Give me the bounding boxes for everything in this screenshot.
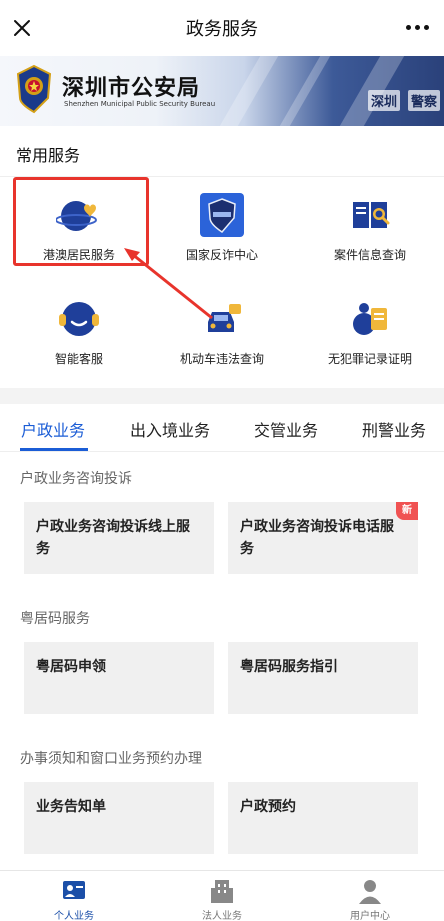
book-search-icon [353,202,390,228]
service-card[interactable]: 粤居码申领 [24,642,214,714]
card-label: 户政业务咨询投诉线上服务 [36,519,190,557]
active-tab-indicator [20,448,88,451]
group-title: 户政业务咨询投诉 [20,471,132,487]
business-panel: 户政业务 出入境业务 交管业务 刑警业务 户政业务咨询投诉 户政业务咨询投诉线上… [0,404,444,870]
top-nav-bar: 政务服务 [0,0,444,56]
banner-sign-text: 警察 [407,90,440,111]
nav-user-center[interactable]: 用户中心 [296,877,444,921]
tab-exit-entry[interactable]: 出入境业务 [130,417,210,441]
tab-criminal[interactable]: 刑警业务 [362,417,426,441]
more-icon[interactable] [406,20,430,34]
banner-signs: 深圳 警察 [367,90,440,111]
card-label: 粤居码申领 [36,659,106,675]
nav-label: 法人业务 [202,911,242,921]
service-vehicle-violation-query[interactable]: 机动车违法查询 [148,296,296,367]
service-card[interactable]: 业务告知单 [24,782,214,854]
service-label: 机动车违法查询 [179,352,264,366]
bottom-nav: 个人业务 法人业务 用户中心 [0,870,444,921]
police-emblem-icon [16,64,52,114]
banner-sign-text: 深圳 [367,90,400,111]
tab-household[interactable]: 户政业务 [21,417,85,441]
highlight-box [13,177,149,266]
bureau-name: 深圳市公安局 [62,76,201,101]
service-label: 智能客服 [54,352,103,366]
service-label: 无犯罪记录证明 [327,352,412,366]
group-title: 粤居码服务 [20,611,90,627]
bureau-banner: 深圳市公安局 Shenzhen Municipal Public Securit… [0,56,444,126]
service-card[interactable]: 户政业务咨询投诉电话服务 新 [228,502,418,574]
user-icon [359,880,381,904]
building-icon [211,880,233,903]
card-label: 粤居码服务指引 [240,659,338,675]
service-card[interactable]: 粤居码服务指引 [228,642,418,714]
anti-fraud-shield-icon [200,193,244,237]
service-case-info-query[interactable]: 案件信息查询 [296,192,444,263]
card-label: 户政业务咨询投诉电话服务 [240,519,394,557]
service-card[interactable]: 户政业务咨询投诉线上服务 [24,502,214,574]
service-smart-support[interactable]: 智能客服 [5,296,153,367]
nav-label: 用户中心 [350,911,390,921]
nav-corporate[interactable]: 法人业务 [148,877,296,921]
car-icon [208,304,241,332]
close-icon[interactable] [10,16,34,40]
page-title: 政务服务 [186,19,258,40]
service-label: 国家反诈中心 [185,248,258,262]
certificate-icon [353,303,387,335]
tab-traffic[interactable]: 交管业务 [254,417,318,441]
section-title: 常用服务 [16,146,81,165]
group-title: 办事须知和窗口业务预约办理 [20,751,202,767]
nav-label: 个人业务 [54,911,94,921]
card-label: 业务告知单 [36,799,106,815]
nav-personal[interactable]: 个人业务 [0,877,148,921]
service-no-criminal-record[interactable]: 无犯罪记录证明 [296,296,444,367]
tab-bar: 户政业务 出入境业务 交管业务 刑警业务 [0,404,444,452]
headset-robot-icon [59,302,99,336]
new-badge: 新 [396,502,418,520]
service-label: 案件信息查询 [333,248,406,262]
bureau-name-en: Shenzhen Municipal Public Security Burea… [64,100,216,108]
card-label: 户政预约 [240,799,296,815]
personal-id-icon [63,881,85,899]
service-card[interactable]: 户政预约 [228,782,418,854]
service-anti-fraud-center[interactable]: 国家反诈中心 [148,192,296,263]
